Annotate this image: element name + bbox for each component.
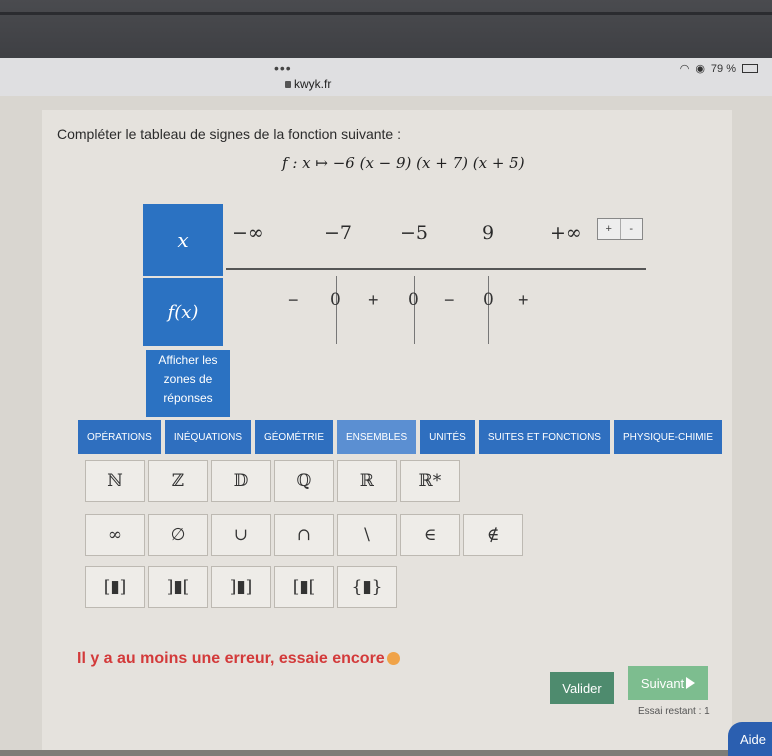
error-text: Il y a au moins une erreur, essaie encor… <box>77 650 385 667</box>
show-answer-zones-button[interactable]: Afficher les zones de réponses <box>146 350 230 417</box>
sign-cell[interactable]: + <box>368 290 379 311</box>
x-value-plus-infinity: +∞ <box>550 222 582 244</box>
column-divider <box>336 276 337 344</box>
x-row-header: x <box>143 204 223 276</box>
remove-column-button[interactable]: - <box>621 219 643 239</box>
key-naturals[interactable]: ℕ <box>85 460 145 502</box>
url-bar[interactable]: kwyk.fr <box>285 77 331 91</box>
fx-row-header: f(x) <box>143 278 223 346</box>
key-right-open-interval[interactable]: [▮[ <box>274 566 334 608</box>
exercise-card: Compléter le tableau de signes de la fon… <box>42 110 732 750</box>
tab-suites-et-fonctions[interactable]: SUITES ET FONCTIONS <box>478 420 610 454</box>
play-arrow-icon <box>686 677 696 689</box>
url-text: kwyk.fr <box>294 77 332 91</box>
key-reals-star[interactable]: ℝ* <box>400 460 460 502</box>
key-element-of[interactable]: ∈ <box>400 514 460 556</box>
tab-inequations[interactable]: INÉQUATIONS <box>164 420 251 454</box>
battery-icon <box>742 64 758 73</box>
zero-cell[interactable]: 0 <box>408 290 419 310</box>
more-dots-icon[interactable]: ••• <box>274 60 292 76</box>
key-set-minus[interactable]: \ <box>337 514 397 556</box>
key-closed-interval[interactable]: [▮] <box>85 566 145 608</box>
instruction-text: Compléter le tableau de signes de la fon… <box>57 126 401 142</box>
key-union[interactable]: ∪ <box>211 514 271 556</box>
key-empty-set[interactable]: ∅ <box>148 514 208 556</box>
tab-physique-chimie[interactable]: PHYSIQUE-CHIMIE <box>613 420 722 454</box>
key-reals[interactable]: ℝ <box>337 460 397 502</box>
next-button[interactable]: Suivant <box>628 666 708 700</box>
next-label: Suivant <box>640 675 685 691</box>
sign-cell[interactable]: + <box>518 290 529 311</box>
table-separator <box>226 268 646 270</box>
location-icon: ◉ <box>695 63 705 75</box>
column-divider <box>488 276 489 344</box>
key-set-braces[interactable]: {▮} <box>337 566 397 608</box>
tab-unites[interactable]: UNITÉS <box>420 420 475 454</box>
battery-label: 79 % <box>710 62 736 75</box>
sign-cell[interactable]: − <box>444 290 455 311</box>
key-decimals[interactable]: 𝔻 <box>211 460 271 502</box>
lock-icon <box>285 81 291 88</box>
page: Compléter le tableau de signes de la fon… <box>0 96 772 750</box>
key-integers[interactable]: ℤ <box>148 460 208 502</box>
x-value-minus-infinity: −∞ <box>232 222 264 244</box>
tab-operations[interactable]: OPÉRATIONS <box>78 420 161 454</box>
key-intersection[interactable]: ∩ <box>274 514 334 556</box>
function-formula: f : x ↦ −6 (x − 9) (x + 7) (x + 5) <box>282 154 525 172</box>
x-value-minus-7: −7 <box>324 222 353 244</box>
x-value-9: 9 <box>482 222 495 244</box>
validate-button[interactable]: Valider <box>550 672 614 704</box>
zero-cell[interactable]: 0 <box>330 290 341 310</box>
device-frame <box>0 0 772 60</box>
emoji-icon <box>386 652 400 666</box>
remaining-attempts: Essai restant : 1 <box>638 706 710 717</box>
key-left-open-interval[interactable]: ]▮] <box>211 566 271 608</box>
add-column-button[interactable]: + <box>598 219 621 239</box>
browser-bar: ••• kwyk.fr ◠ ◉ 79 % <box>0 58 772 96</box>
system-status: ◠ ◉ 79 % <box>680 62 758 75</box>
add-remove-column-control: + - <box>597 218 643 240</box>
zero-cell[interactable]: 0 <box>483 290 494 310</box>
key-open-interval[interactable]: ]▮[ <box>148 566 208 608</box>
wifi-icon: ◠ <box>679 63 690 75</box>
key-infinity[interactable]: ∞ <box>85 514 145 556</box>
x-value-minus-5: −5 <box>400 222 429 244</box>
key-not-element-of[interactable]: ∉ <box>463 514 523 556</box>
error-message: Il y a au moins une erreur, essaie encor… <box>77 650 400 668</box>
key-rationals[interactable]: ℚ <box>274 460 334 502</box>
column-divider <box>414 276 415 344</box>
tab-geometrie[interactable]: GÉOMÉTRIE <box>254 420 333 454</box>
sign-cell[interactable]: − <box>288 290 299 311</box>
keyboard-tabs: OPÉRATIONS INÉQUATIONS GÉOMÉTRIE ENSEMBL… <box>78 420 726 454</box>
tab-ensembles[interactable]: ENSEMBLES <box>337 420 417 454</box>
help-button[interactable]: Aide <box>728 722 772 756</box>
